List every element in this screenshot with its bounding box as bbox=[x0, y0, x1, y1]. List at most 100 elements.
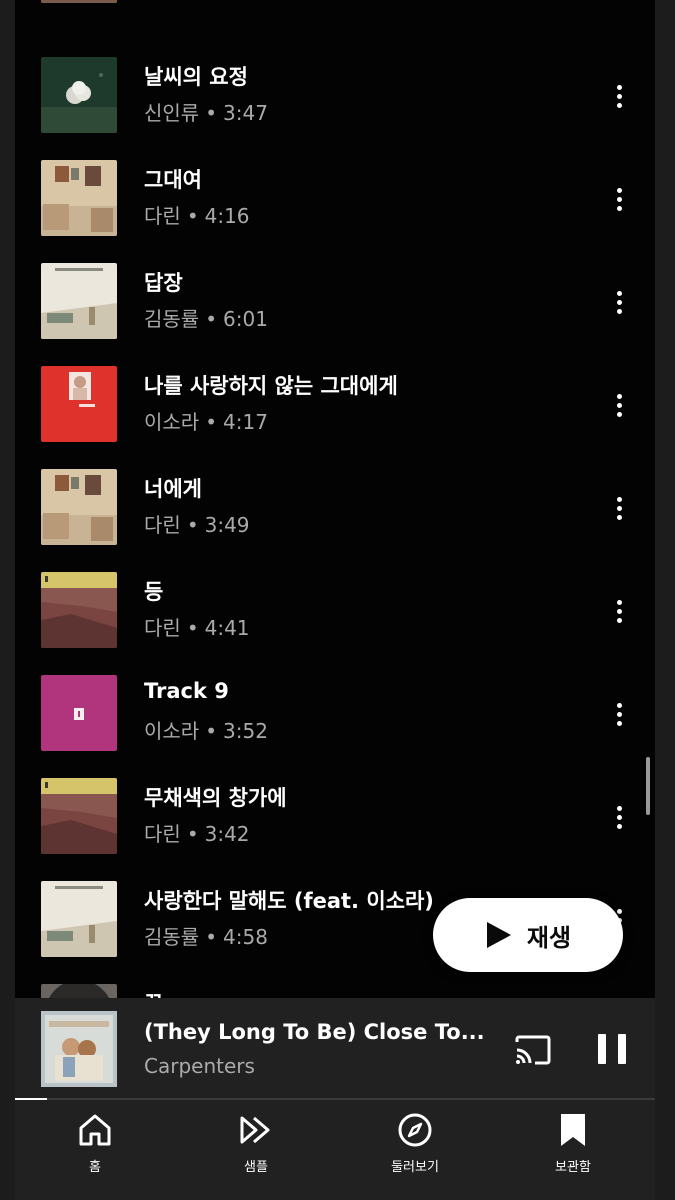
mini-player[interactable]: (They Long To Be) Close To... Carpenters bbox=[15, 998, 655, 1098]
song-artist: 김동률 bbox=[144, 307, 200, 331]
nav-tab-explore[interactable]: 둘러보기 bbox=[355, 1110, 475, 1180]
more-options-icon[interactable] bbox=[605, 79, 633, 113]
play-button-label: 재생 bbox=[526, 923, 572, 952]
song-title: 무채색의 창가에 bbox=[144, 786, 287, 810]
song-duration: 3:47 bbox=[223, 101, 268, 125]
song-artist: 다린 bbox=[144, 204, 181, 228]
album-art bbox=[41, 881, 117, 957]
album-art bbox=[41, 263, 117, 339]
separator: • bbox=[205, 410, 217, 434]
song-artist: 이소라 bbox=[144, 719, 200, 743]
nav-tab-home[interactable]: 홈 bbox=[35, 1110, 155, 1180]
song-duration: 6:01 bbox=[223, 307, 268, 331]
more-options-icon[interactable] bbox=[605, 697, 633, 731]
album-art bbox=[41, 366, 117, 442]
list-item[interactable]: Track 9 이소라 • 3:52 bbox=[15, 675, 655, 778]
song-meta: 이소라 • 4:17 bbox=[144, 406, 268, 435]
album-art bbox=[41, 778, 117, 854]
song-artist: 다린 bbox=[144, 616, 181, 640]
song-duration: 4:16 bbox=[204, 204, 250, 228]
song-meta: 신인류 • 3:47 bbox=[144, 97, 268, 126]
nav-label: 보관함 bbox=[555, 1160, 591, 1175]
album-art bbox=[41, 57, 117, 133]
album-art bbox=[41, 0, 117, 3]
separator: • bbox=[205, 719, 217, 743]
list-item[interactable]: 꿈 bbox=[15, 984, 655, 998]
album-art bbox=[41, 469, 117, 545]
list-item[interactable]: 등 다린 • 4:41 bbox=[15, 572, 655, 675]
separator: • bbox=[186, 822, 199, 846]
nav-tab-samples[interactable]: 샘플 bbox=[196, 1110, 316, 1180]
explore-icon bbox=[398, 1113, 432, 1147]
list-item[interactable]: 무채색의 창가에 다린 • 3:42 bbox=[15, 778, 655, 881]
separator: • bbox=[205, 925, 217, 949]
more-options-icon[interactable] bbox=[605, 182, 633, 216]
list-item[interactable]: 그대여 다린 • 4:16 bbox=[15, 160, 655, 263]
song-title: 날씨의 요정 bbox=[144, 65, 248, 89]
song-meta: 다린 • 4:16 bbox=[144, 200, 250, 229]
song-title: 너에게 bbox=[144, 477, 202, 501]
song-meta: 다린 • 4:41 bbox=[144, 612, 250, 641]
app-screen: 날씨의 요정 신인류 • 3:47 그대여 다린 • 4:16 답장 김동률 • 6:01 bbox=[15, 0, 655, 1200]
song-duration: 4:41 bbox=[204, 616, 250, 640]
more-options-icon[interactable] bbox=[605, 388, 633, 422]
song-title: 등 bbox=[144, 580, 164, 604]
song-list: 날씨의 요정 신인류 • 3:47 그대여 다린 • 4:16 답장 김동률 • 6:01 bbox=[15, 0, 655, 998]
separator: • bbox=[205, 307, 217, 331]
play-icon bbox=[486, 922, 511, 948]
song-title: 나를 사랑하지 않는 그대에게 bbox=[144, 374, 398, 398]
song-meta: 김동률 • 4:58 bbox=[144, 921, 268, 950]
song-duration: 4:58 bbox=[223, 925, 268, 949]
more-options-icon[interactable] bbox=[605, 594, 633, 628]
song-duration: 4:17 bbox=[223, 410, 268, 434]
song-title: 꿈 bbox=[144, 988, 163, 998]
library-icon bbox=[561, 1114, 585, 1146]
now-playing-album-art bbox=[41, 1011, 117, 1087]
song-meta: 김동률 • 6:01 bbox=[144, 303, 268, 332]
list-item[interactable]: 나를 사랑하지 않는 그대에게 이소라 • 4:17 bbox=[15, 366, 655, 469]
song-artist: 다린 bbox=[144, 822, 181, 846]
separator: • bbox=[186, 204, 199, 228]
now-playing-title: (They Long To Be) Close To... bbox=[144, 1020, 485, 1044]
nav-label: 홈 bbox=[89, 1160, 101, 1175]
nav-label: 샘플 bbox=[244, 1160, 268, 1175]
more-options-icon[interactable] bbox=[605, 491, 633, 525]
song-artist: 이소라 bbox=[144, 410, 200, 434]
list-item[interactable] bbox=[15, 0, 655, 30]
song-title: 사랑한다 말해도 (feat. 이소라) bbox=[144, 889, 434, 913]
samples-icon bbox=[240, 1116, 270, 1144]
song-meta: 이소라 • 3:52 bbox=[144, 715, 268, 744]
cast-icon[interactable] bbox=[513, 1034, 553, 1066]
album-art bbox=[41, 160, 117, 236]
song-artist: 신인류 bbox=[144, 101, 200, 125]
album-art bbox=[41, 572, 117, 648]
more-options-icon[interactable] bbox=[605, 800, 633, 834]
song-duration: 3:52 bbox=[223, 719, 268, 743]
separator: • bbox=[186, 513, 199, 537]
scrollbar[interactable] bbox=[646, 757, 650, 815]
song-artist: 다린 bbox=[144, 513, 181, 537]
song-title: 그대여 bbox=[144, 168, 202, 192]
more-options-icon[interactable] bbox=[605, 285, 633, 319]
separator: • bbox=[186, 616, 199, 640]
list-item[interactable]: 너에게 다린 • 3:49 bbox=[15, 469, 655, 572]
song-meta: 다린 • 3:49 bbox=[144, 509, 250, 538]
list-item[interactable]: 날씨의 요정 신인류 • 3:47 bbox=[15, 57, 655, 160]
song-duration: 3:42 bbox=[204, 822, 250, 846]
home-icon bbox=[79, 1114, 111, 1146]
album-art bbox=[41, 675, 117, 751]
list-item[interactable]: 답장 김동률 • 6:01 bbox=[15, 263, 655, 366]
nav-tab-library[interactable]: 보관함 bbox=[513, 1110, 633, 1180]
song-artist: 김동률 bbox=[144, 925, 200, 949]
separator: • bbox=[205, 101, 217, 125]
bottom-navigation: 홈 샘플 둘러보기 보관함 bbox=[15, 1100, 655, 1200]
song-duration: 3:49 bbox=[204, 513, 250, 537]
song-title: Track 9 bbox=[144, 679, 229, 703]
pause-icon[interactable] bbox=[598, 1034, 626, 1064]
song-meta: 다린 • 3:42 bbox=[144, 818, 250, 847]
album-art bbox=[41, 984, 117, 998]
now-playing-artist: Carpenters bbox=[144, 1054, 255, 1078]
song-title: 답장 bbox=[144, 271, 183, 295]
play-button[interactable]: 재생 bbox=[433, 898, 623, 972]
nav-label: 둘러보기 bbox=[391, 1160, 439, 1175]
